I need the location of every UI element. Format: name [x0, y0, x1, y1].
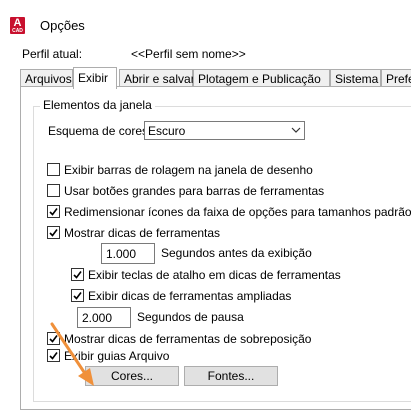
shortcut-keys-label: Exibir teclas de atalho em dicas de ferr… [88, 268, 341, 282]
shortcut-keys-checkbox[interactable] [71, 268, 84, 281]
profile-value: <<Perfil sem nome>> [131, 47, 246, 61]
checkmark-icon [49, 229, 58, 237]
seconds-before-label: Segundos antes da exibição [161, 246, 312, 260]
profile-label: Perfil atual: [22, 47, 83, 61]
scrollbars-label: Exibir barras de rolagem na janela de de… [64, 163, 313, 177]
color-scheme-dropdown[interactable]: Escuro [144, 121, 305, 140]
color-scheme-label: Esquema de cores: [48, 124, 152, 138]
show-tooltips-label: Mostrar dicas de ferramentas [64, 226, 221, 240]
group-title: Elementos da janela [40, 98, 155, 112]
pointer-arrow-icon [50, 322, 94, 386]
checkmark-icon [73, 292, 82, 300]
checkmark-icon [73, 271, 82, 279]
resize-ribbon-icons-label: Redimensionar ícones da faixa de opções … [64, 205, 411, 219]
seconds-before-input[interactable]: 1.000 [101, 243, 155, 264]
title-bar: A CAD Opções [0, 0, 411, 44]
seconds-pause-label: Segundos de pausa [137, 310, 244, 324]
resize-ribbon-icons-checkbox[interactable] [47, 205, 60, 218]
extended-tooltips-checkbox[interactable] [71, 289, 84, 302]
large-buttons-checkbox[interactable] [47, 184, 60, 197]
extended-tooltips-label: Exibir dicas de ferramentas ampliadas [88, 289, 292, 303]
chevron-down-icon [291, 127, 301, 133]
tab-exibir[interactable]: Exibir [73, 67, 117, 89]
fonts-button[interactable]: Fontes... [184, 366, 278, 386]
autocad-app-icon: A CAD [10, 17, 25, 34]
color-scheme-value: Escuro [148, 124, 186, 138]
scrollbars-checkbox[interactable] [47, 163, 60, 176]
window-title: Opções [40, 18, 85, 33]
colors-button[interactable]: Cores... [85, 366, 179, 386]
rollover-tooltips-label: Mostrar dicas de ferramentas de sobrepos… [64, 332, 312, 346]
tab-bar: Arquivos Exibir Abrir e salvar Plotagem … [20, 67, 411, 89]
checkmark-icon [49, 208, 58, 216]
large-buttons-label: Usar botões grandes para barras de ferra… [64, 184, 325, 198]
show-tooltips-checkbox[interactable] [47, 226, 60, 239]
